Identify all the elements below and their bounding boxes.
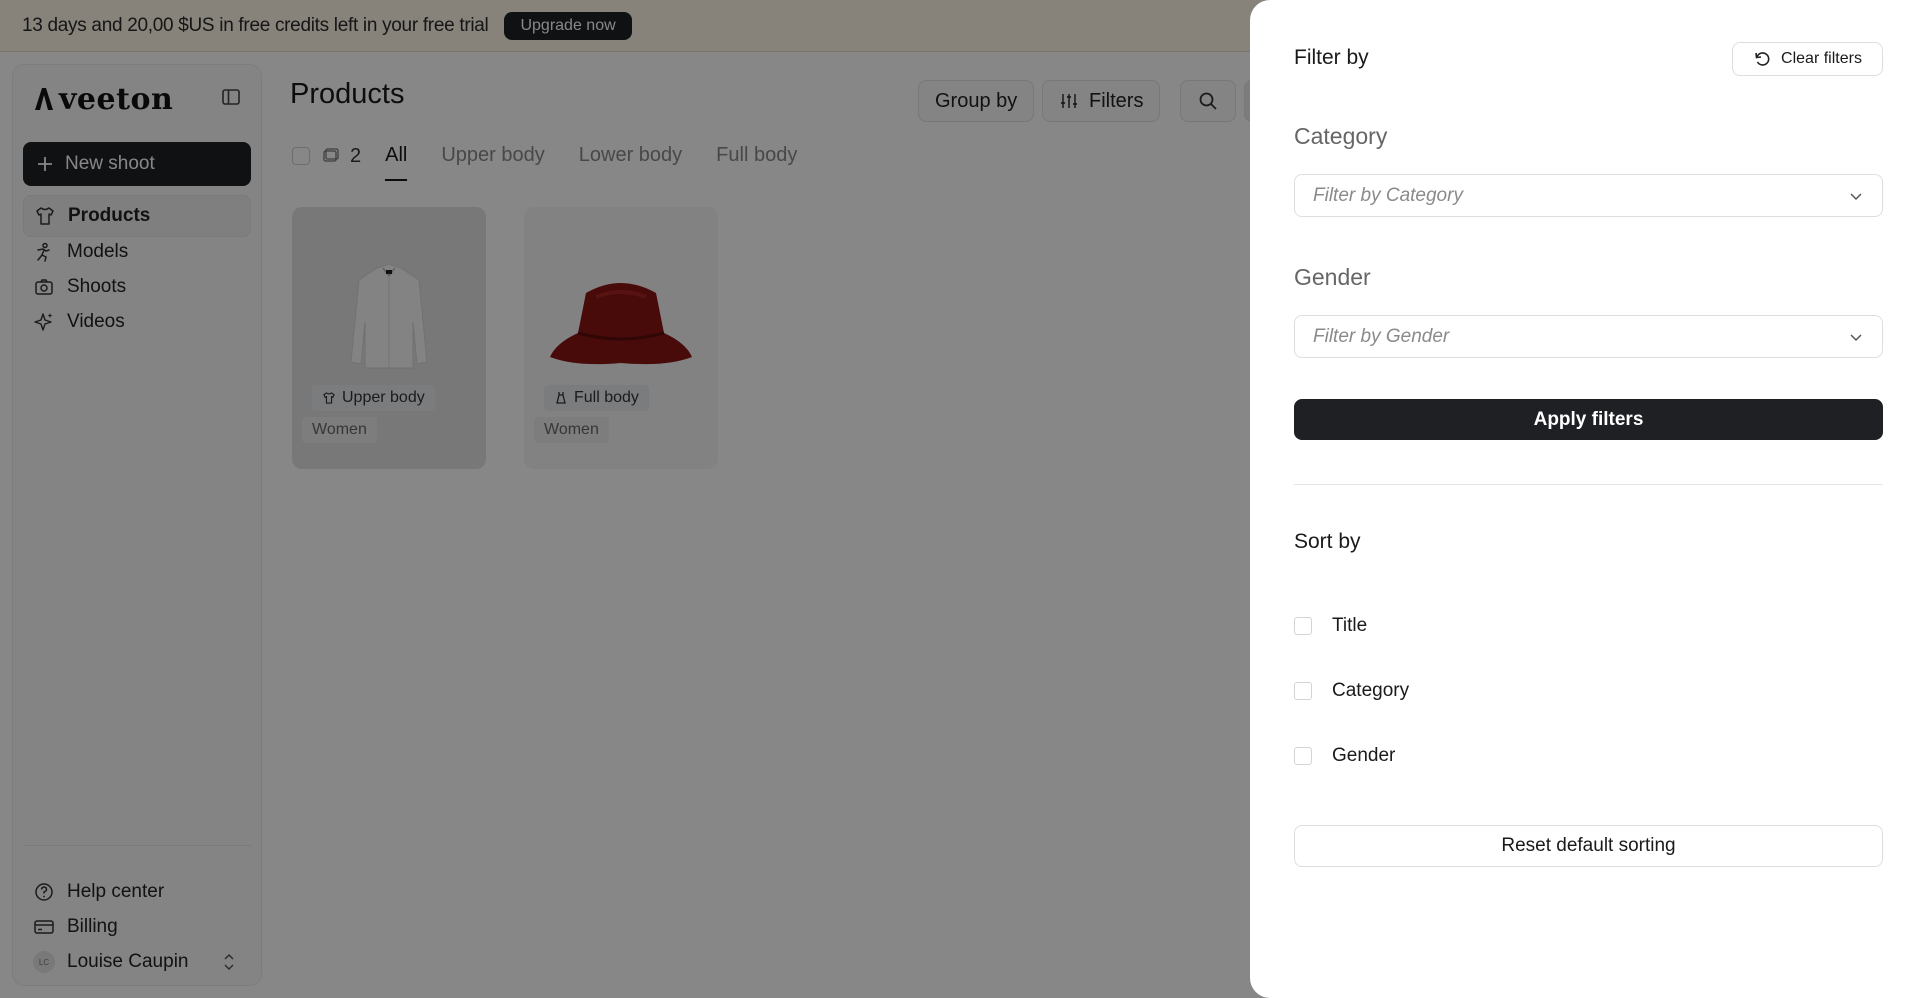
category-label: Category [1294, 123, 1388, 149]
reset-icon [1755, 52, 1770, 66]
sort-gender-checkbox[interactable] [1294, 747, 1312, 765]
sort-by-title: Sort by [1294, 530, 1361, 553]
apply-filters-button[interactable]: Apply filters [1294, 399, 1883, 440]
reset-sorting-button[interactable]: Reset default sorting [1294, 825, 1883, 867]
sort-option-label: Gender [1332, 745, 1396, 766]
clear-filters-label: Clear filters [1781, 50, 1862, 67]
clear-filters-button[interactable]: Clear filters [1732, 42, 1883, 76]
gender-select[interactable]: Filter by Gender [1294, 315, 1883, 358]
sort-option-title[interactable]: Title [1294, 611, 1367, 641]
chevron-down-icon [1850, 192, 1862, 200]
category-select-placeholder: Filter by Category [1313, 184, 1463, 206]
gender-label: Gender [1294, 264, 1371, 290]
sort-option-label: Title [1332, 615, 1368, 636]
filter-by-title: Filter by [1294, 46, 1369, 69]
sort-title-checkbox[interactable] [1294, 617, 1312, 635]
gender-select-placeholder: Filter by Gender [1313, 325, 1450, 347]
sort-category-checkbox[interactable] [1294, 682, 1312, 700]
category-select[interactable]: Filter by Category [1294, 174, 1883, 217]
chevron-down-icon [1850, 333, 1862, 341]
panel-divider [1294, 484, 1883, 485]
sort-option-category[interactable]: Category [1294, 676, 1409, 706]
filter-sort-panel: Filter by Clear filters Category Filter … [1250, 0, 1920, 998]
sort-option-gender[interactable]: Gender [1294, 741, 1395, 771]
sort-option-label: Category [1332, 680, 1410, 701]
